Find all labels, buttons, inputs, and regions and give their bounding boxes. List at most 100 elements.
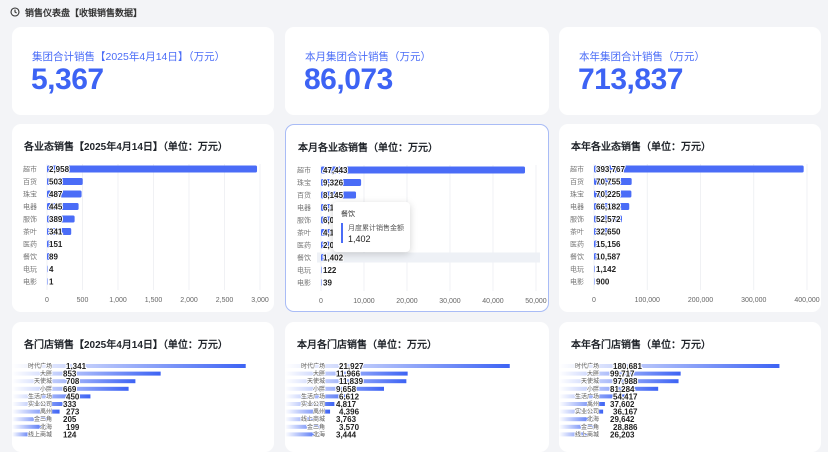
kpi-card-year: 本年集团合计销售（万元） 713,837 [559, 27, 821, 115]
data-label: 1 [49, 278, 54, 287]
category-label: 大胖 [587, 370, 599, 378]
chart-card-format-day: 各业态销售【2025年4月14日】（单位：万元） 0 500 1,000 1,500 2… [12, 124, 274, 312]
data-label: 15,156 [596, 240, 621, 249]
category-label: 生活广场 [301, 392, 325, 400]
bar [321, 266, 322, 274]
category-label: 天使城 [581, 377, 599, 385]
category-label: 时代广场 [575, 362, 599, 370]
category-label: 茶叶 [570, 227, 584, 236]
category-label: 禹州 [313, 408, 325, 416]
category-label: 服饰 [570, 215, 584, 224]
bar [47, 165, 258, 173]
clock-icon [10, 7, 20, 17]
category-label: 茶叶 [297, 228, 311, 237]
category-label: 天使城 [307, 377, 325, 385]
x-tick-label: 40,000 [482, 298, 504, 305]
bar [285, 386, 384, 391]
x-tick-label: 0 [592, 297, 596, 304]
data-label: 151 [49, 240, 63, 249]
category-label: 时代广场 [28, 362, 52, 370]
data-label: 393,767 [596, 165, 625, 174]
data-label: 32,650 [596, 228, 621, 237]
category-label: 实业公司 [301, 400, 325, 408]
data-label: 3,444 [336, 430, 357, 439]
data-label: 66,182 [596, 203, 621, 212]
category-label: 百货 [570, 177, 584, 186]
data-label: 70,225 [596, 190, 621, 199]
category-label: 百货 [297, 191, 311, 200]
tooltip-label: 月度累计销售金额 [348, 225, 404, 232]
data-label: 26,203 [610, 430, 635, 439]
category-label: 电玩 [297, 266, 311, 275]
kpi-label: 本月集团合计销售（万元） [305, 51, 431, 63]
data-label: 10,587 [596, 253, 621, 262]
bar-chart: 时代广场 1,341大胖 853天使城 708小胖 669生活广场 450实业公司 333禹… [12, 361, 246, 440]
data-label: 122 [323, 266, 337, 275]
category-label: 北海 [313, 430, 325, 438]
category-label: 医药 [23, 240, 37, 249]
x-tick-label: 50,000 [525, 298, 547, 305]
x-tick-label: 3,000 [251, 297, 269, 304]
kpi-label: 集团合计销售【2025年4月14日】（万元） [32, 51, 226, 63]
bar [12, 409, 60, 414]
x-tick-label: 100,000 [635, 297, 660, 304]
x-tick-label: 500 [77, 297, 89, 304]
data-label: 124 [63, 430, 77, 439]
category-label: 餐饮 [570, 252, 584, 261]
data-label: 900 [596, 278, 610, 287]
category-label: 线上商城 [301, 415, 325, 423]
category-label: 实业公司 [575, 408, 599, 416]
data-label: 503 [49, 178, 63, 187]
category-label: 金三角 [581, 423, 599, 431]
x-tick-label: 1,500 [145, 297, 163, 304]
category-label: 超市 [570, 165, 584, 174]
x-tick-label: 2,500 [216, 297, 234, 304]
x-tick-label: 200,000 [688, 297, 713, 304]
category-label: 电玩 [570, 265, 584, 274]
data-label: 52,572 [596, 215, 621, 224]
category-label: 餐饮 [23, 252, 37, 261]
tooltip-marker [341, 223, 343, 243]
category-label: 禹州 [587, 400, 599, 408]
x-tick-label: 10,000 [353, 298, 375, 305]
category-label: 时代广场 [301, 362, 325, 370]
chart-tooltip: 餐饮 月度累计销售金额 1,402 [333, 202, 410, 252]
x-tick-label: 1,000 [109, 297, 127, 304]
category-label: 珠宝 [23, 190, 37, 199]
category-label: 北海 [587, 415, 599, 423]
chart-card-format-year: 本年各业态销售（单位：万元） 0 100,000 200,000 300,000 400… [559, 124, 821, 312]
data-label: 1,402 [323, 254, 344, 263]
kpi-card-month: 本月集团合计销售（万元） 86,073 [285, 27, 549, 115]
category-label: 珠宝 [570, 190, 584, 199]
category-label: 生活广场 [28, 392, 52, 400]
category-label: 线上商城 [28, 430, 52, 438]
category-label: 禹州 [40, 408, 52, 416]
data-label: 47,443 [323, 166, 348, 175]
category-label: 医药 [570, 240, 584, 249]
category-label: 金三角 [34, 415, 52, 423]
bar [594, 165, 804, 173]
category-label: 大胖 [40, 370, 52, 378]
category-label: 电影 [570, 277, 584, 286]
category-label: 电玩 [23, 265, 37, 274]
category-label: 金三角 [307, 423, 325, 431]
category-label: 服饰 [23, 215, 37, 224]
bar [594, 278, 595, 285]
category-label: 线上商城 [575, 430, 599, 438]
category-label: 电器 [23, 202, 37, 211]
data-label: 70,755 [596, 178, 621, 187]
data-label: 89 [49, 253, 58, 262]
page-title: 销售仪表盘【收银销售数据】 [25, 7, 143, 18]
category-label: 电影 [23, 277, 37, 286]
data-label: 1,142 [596, 265, 617, 274]
x-tick-label: 400,000 [794, 297, 819, 304]
category-label: 餐饮 [297, 253, 311, 262]
category-label: 百货 [23, 177, 37, 186]
category-label: 实业公司 [28, 400, 52, 408]
bar [47, 278, 48, 285]
x-tick-label: 300,000 [741, 297, 766, 304]
x-tick-label: 20,000 [396, 298, 418, 305]
data-label: 487 [49, 190, 63, 199]
category-label: 服饰 [297, 216, 311, 225]
data-label: 4 [49, 265, 54, 274]
